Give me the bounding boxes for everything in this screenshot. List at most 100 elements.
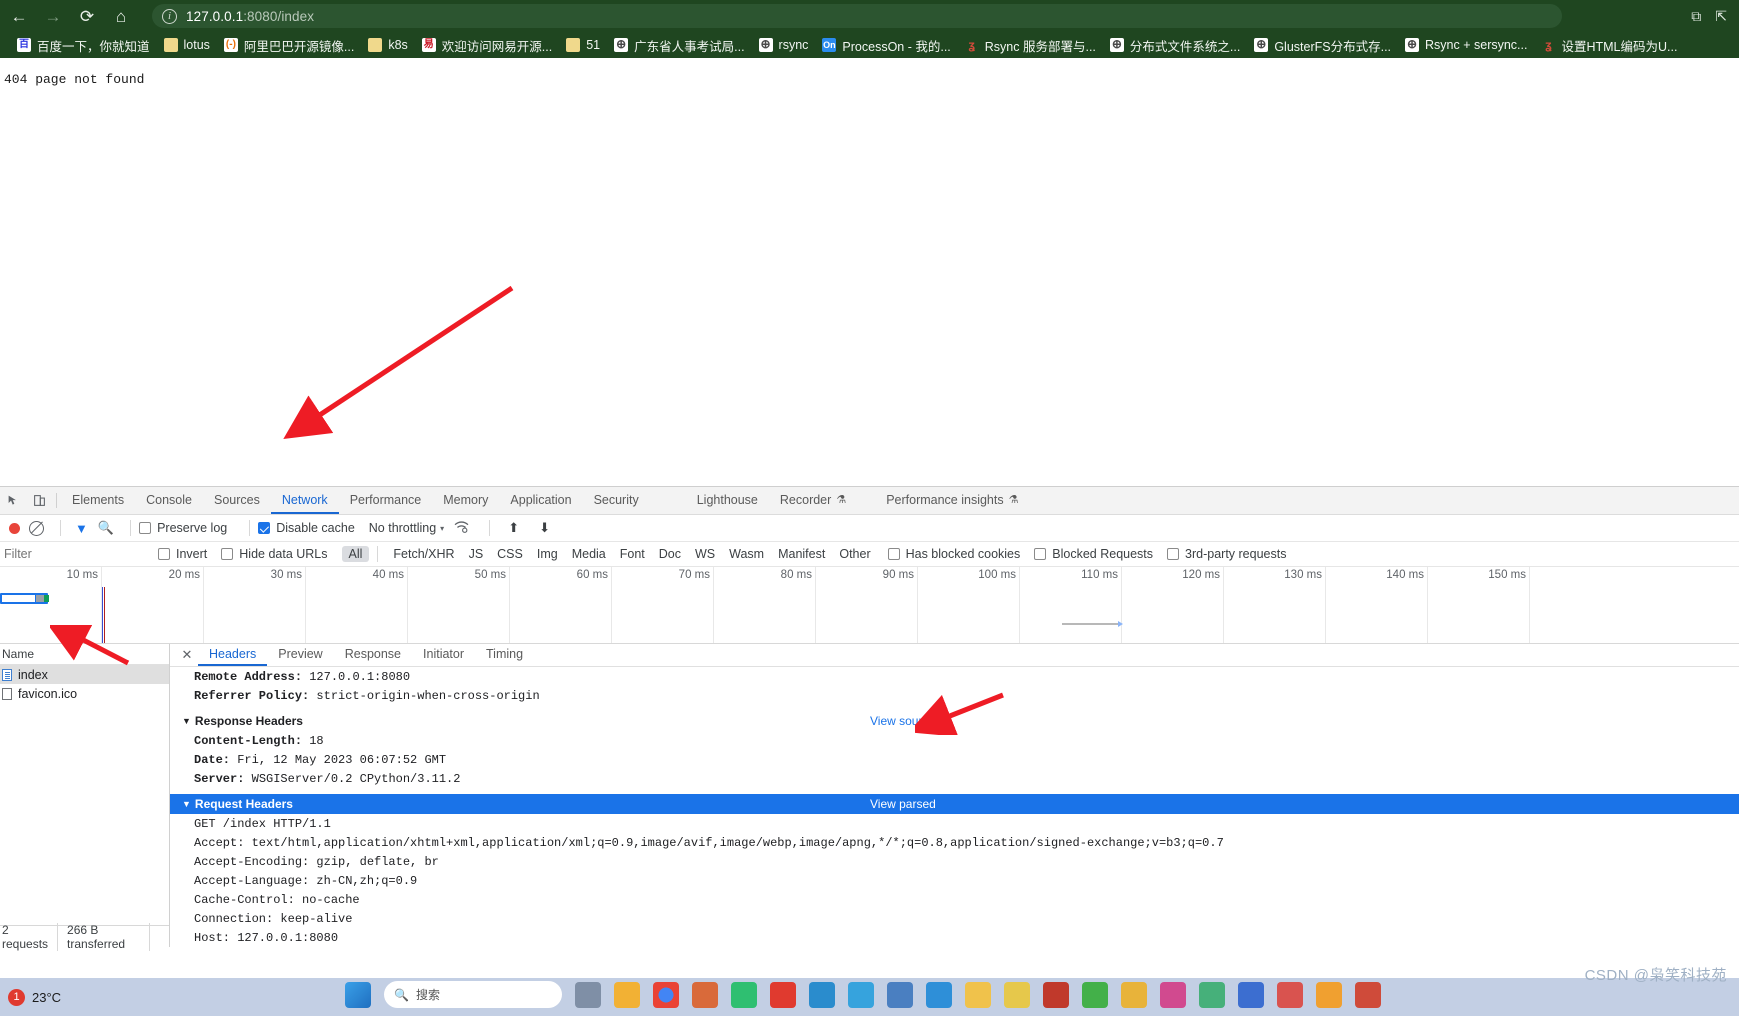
request-list-header[interactable]: Name bbox=[0, 644, 169, 665]
request-row-favicon[interactable]: favicon.ico bbox=[0, 684, 169, 703]
bookmark-item[interactable]: On ProcessOn - 我的... bbox=[815, 34, 957, 56]
site-info-icon[interactable]: i bbox=[162, 8, 177, 24]
weather-widget[interactable]: 1 23°C bbox=[0, 988, 61, 1006]
bookmark-item[interactable]: ⊕ 分布式文件系统之... bbox=[1103, 34, 1247, 56]
detail-tab-initiator[interactable]: Initiator bbox=[412, 644, 475, 666]
third-party-requests-checkbox[interactable]: 3rd-party requests bbox=[1167, 547, 1286, 561]
record-icon[interactable] bbox=[9, 522, 20, 534]
tab-performance[interactable]: Performance bbox=[339, 487, 433, 514]
tab-security[interactable]: Security bbox=[583, 487, 650, 514]
filter-type-font[interactable]: Font bbox=[613, 546, 652, 562]
import-har-icon[interactable]: ⬆ bbox=[508, 520, 519, 536]
bookmark-item[interactable]: ⊕ GlusterFS分布式存... bbox=[1247, 34, 1398, 56]
app2-icon[interactable] bbox=[1082, 981, 1108, 1008]
bookmark-item[interactable]: (-) 阿里巴巴开源镜像... bbox=[217, 34, 361, 56]
filter-input[interactable] bbox=[2, 547, 152, 561]
bookmark-item[interactable]: ʓ 设置HTML编码为U... bbox=[1534, 34, 1684, 56]
tab-lighthouse[interactable]: Lighthouse bbox=[686, 487, 769, 514]
tab-console[interactable]: Console bbox=[135, 487, 203, 514]
request-headers-section-title[interactable]: ▼ Request Headers View parsed bbox=[170, 794, 1739, 814]
start-icon[interactable] bbox=[345, 981, 371, 1008]
home-icon[interactable]: ⌂ bbox=[104, 0, 138, 32]
wechat-icon[interactable] bbox=[770, 981, 796, 1008]
filter-type-wasm[interactable]: Wasm bbox=[722, 546, 771, 562]
filter-type-js[interactable]: JS bbox=[462, 546, 491, 562]
view-source-link[interactable]: View source bbox=[870, 714, 935, 728]
clear-icon[interactable] bbox=[29, 520, 44, 536]
blocked-requests-checkbox[interactable]: Blocked Requests bbox=[1034, 547, 1153, 561]
taskbar-search[interactable]: 🔍 搜索 bbox=[384, 981, 562, 1008]
bookmark-item[interactable]: k8s bbox=[361, 34, 414, 56]
bookmark-item[interactable]: 51 bbox=[559, 34, 607, 56]
filter-type-fetch-xhr[interactable]: Fetch/XHR bbox=[386, 546, 461, 562]
back-icon[interactable]: ← bbox=[2, 0, 36, 32]
filter-type-manifest[interactable]: Manifest bbox=[771, 546, 832, 562]
app7-icon[interactable] bbox=[1277, 981, 1303, 1008]
filter-type-img[interactable]: Img bbox=[530, 546, 565, 562]
tab-application[interactable]: Application bbox=[499, 487, 582, 514]
folder-icon[interactable] bbox=[965, 981, 991, 1008]
throttling-select[interactable]: No throttling bbox=[369, 521, 436, 535]
split-screen-icon[interactable]: ⧉ bbox=[1691, 8, 1701, 25]
invert-checkbox[interactable]: Invert bbox=[158, 547, 207, 561]
bookmark-item[interactable]: ⊕ Rsync + sersync... bbox=[1398, 34, 1534, 56]
close-icon[interactable]: ✕ bbox=[176, 644, 198, 666]
search-icon[interactable]: 🔍 bbox=[98, 520, 114, 536]
filter-type-ws[interactable]: WS bbox=[688, 546, 722, 562]
network-overview-timeline[interactable]: 10 ms 20 ms 30 ms 40 ms 50 ms 60 ms 70 m… bbox=[0, 567, 1739, 644]
detail-tab-preview[interactable]: Preview bbox=[267, 644, 333, 666]
detail-tab-timing[interactable]: Timing bbox=[475, 644, 534, 666]
reload-icon[interactable]: ⟳ bbox=[70, 0, 104, 32]
app8-icon[interactable] bbox=[1316, 981, 1342, 1008]
tab-performance-insights[interactable]: Performance insights ⚗ bbox=[875, 487, 1029, 514]
notepad-icon[interactable] bbox=[1004, 981, 1030, 1008]
export-har-icon[interactable]: ⬇ bbox=[539, 520, 550, 536]
inspect-element-icon[interactable] bbox=[0, 487, 26, 514]
app3-icon[interactable] bbox=[1121, 981, 1147, 1008]
device-toolbar-icon[interactable] bbox=[26, 487, 52, 514]
app5-icon[interactable] bbox=[1199, 981, 1225, 1008]
disable-cache-checkbox[interactable]: Disable cache bbox=[258, 521, 355, 535]
filter-type-all[interactable]: All bbox=[341, 546, 370, 562]
mail-icon[interactable] bbox=[692, 981, 718, 1008]
filter-icon[interactable]: ▼ bbox=[75, 521, 88, 536]
has-blocked-cookies-checkbox[interactable]: Has blocked cookies bbox=[887, 547, 1020, 561]
address-bar[interactable]: i 127.0.0.1:8080/index bbox=[152, 4, 1562, 28]
edge-icon[interactable] bbox=[809, 981, 835, 1008]
bookmark-item[interactable]: 易欢迎访问网易开源... bbox=[415, 34, 559, 56]
preserve-log-checkbox[interactable]: Preserve log bbox=[139, 521, 227, 535]
bookmark-item[interactable]: lotus bbox=[157, 34, 217, 56]
request-row-index[interactable]: index bbox=[0, 665, 169, 684]
restore-icon[interactable]: ⇱ bbox=[1715, 8, 1727, 25]
network-conditions-icon[interactable] bbox=[454, 520, 469, 536]
app4-icon[interactable] bbox=[1160, 981, 1186, 1008]
tab-memory[interactable]: Memory bbox=[432, 487, 499, 514]
bookmark-item[interactable]: ⊕ rsync bbox=[752, 34, 816, 56]
qq-icon[interactable] bbox=[731, 981, 757, 1008]
tab-recorder[interactable]: Recorder ⚗ bbox=[769, 487, 857, 514]
app6-icon[interactable] bbox=[1238, 981, 1264, 1008]
filter-type-css[interactable]: CSS bbox=[490, 546, 530, 562]
view-parsed-link[interactable]: View parsed bbox=[870, 797, 936, 811]
telegram-icon[interactable] bbox=[848, 981, 874, 1008]
forward-icon[interactable]: → bbox=[36, 0, 70, 32]
response-headers-section-title[interactable]: ▼ Response Headers View source bbox=[182, 711, 1739, 731]
app9-icon[interactable] bbox=[1355, 981, 1381, 1008]
vscode-icon[interactable] bbox=[926, 981, 952, 1008]
tab-elements[interactable]: Elements bbox=[61, 487, 135, 514]
filter-type-other[interactable]: Other bbox=[832, 546, 877, 562]
tab-network[interactable]: Network bbox=[270, 487, 339, 514]
store-icon[interactable] bbox=[887, 981, 913, 1008]
bookmark-item[interactable]: ⊕ 广东省人事考试局... bbox=[607, 34, 751, 56]
hide-data-urls-checkbox[interactable]: Hide data URLs bbox=[221, 547, 328, 561]
detail-tab-response[interactable]: Response bbox=[334, 644, 412, 666]
app-icon[interactable] bbox=[1043, 981, 1069, 1008]
filter-type-doc[interactable]: Doc bbox=[652, 546, 688, 562]
explorer-icon[interactable] bbox=[614, 981, 640, 1008]
filter-type-media[interactable]: Media bbox=[565, 546, 613, 562]
bookmark-item[interactable]: 百百度一下，你就知道 bbox=[10, 34, 157, 56]
taskview-icon[interactable] bbox=[575, 981, 601, 1008]
tab-sources[interactable]: Sources bbox=[203, 487, 271, 514]
chevron-down-icon[interactable]: ▾ bbox=[440, 524, 444, 533]
detail-tab-headers[interactable]: Headers bbox=[198, 644, 268, 666]
